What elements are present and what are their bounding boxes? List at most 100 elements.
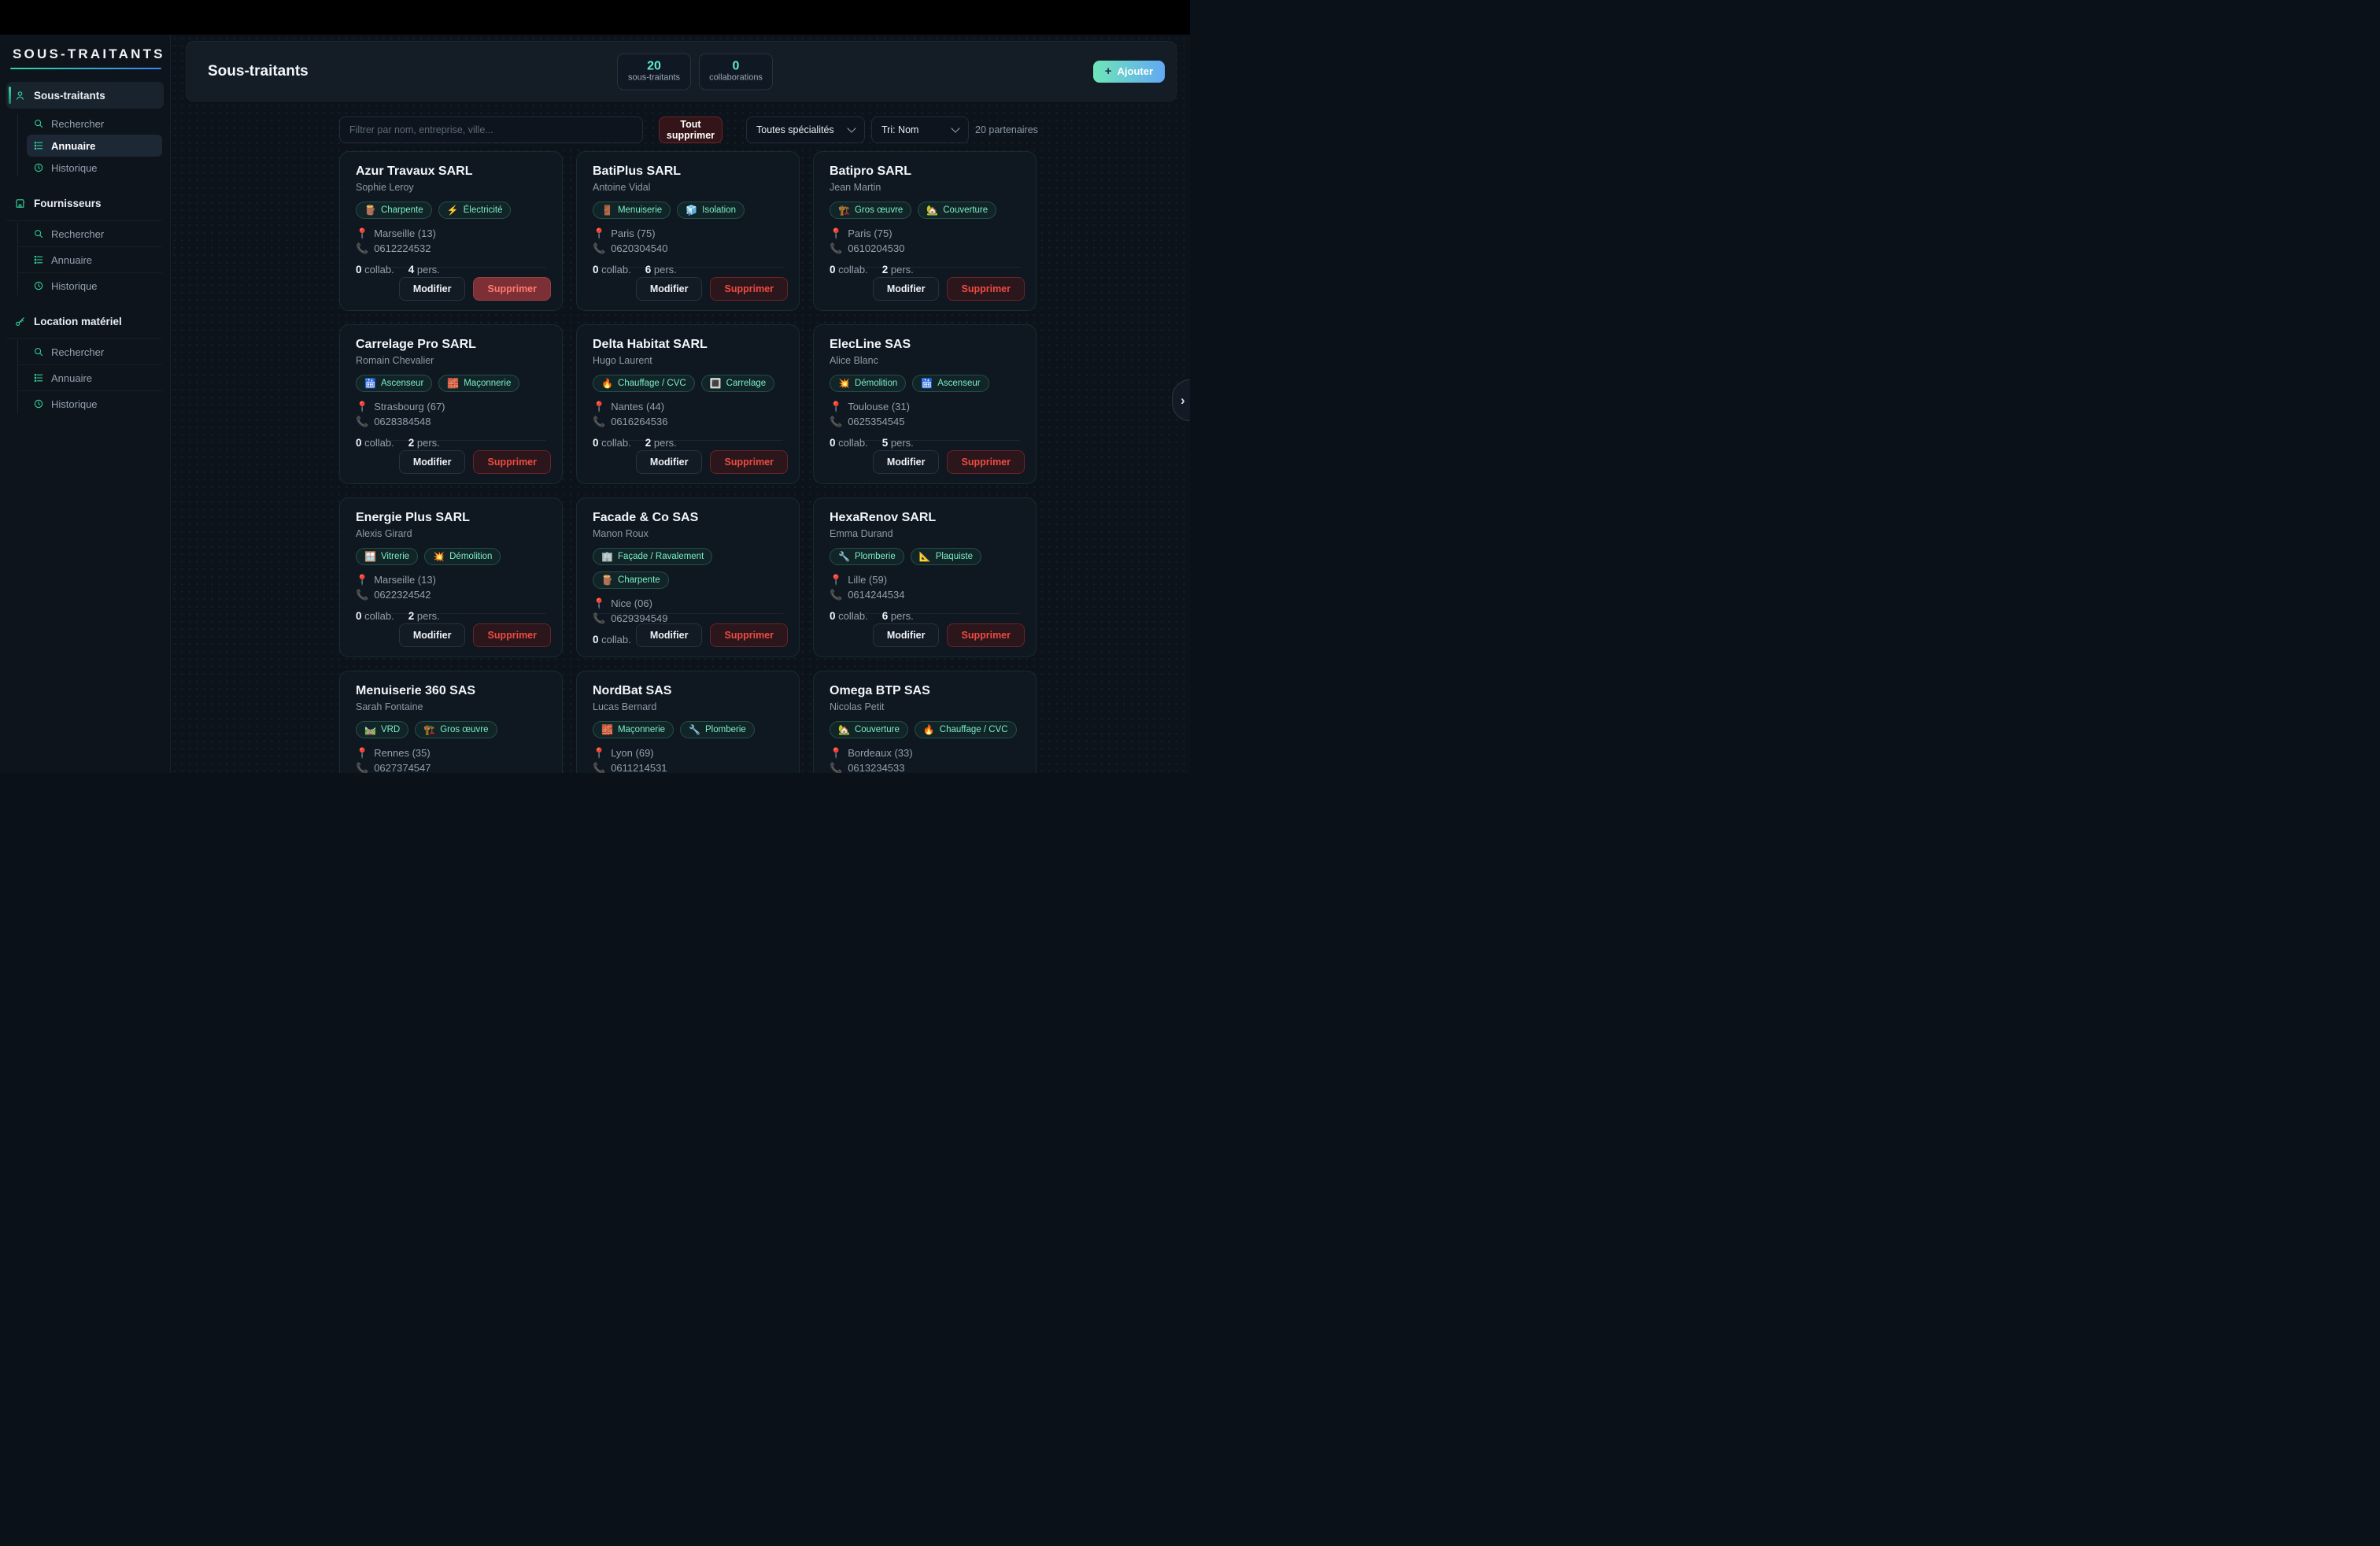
chevron-down-icon: [847, 124, 856, 132]
search-icon: [33, 118, 44, 129]
pin-icon: 📍: [356, 748, 368, 758]
pers-count: 2: [408, 437, 415, 449]
specialty-tag: 📐Plaquiste: [911, 548, 981, 565]
pers-label: pers.: [417, 437, 440, 449]
search-input[interactable]: [339, 117, 643, 143]
sidebar-item-annuaire[interactable]: Annuaire: [27, 249, 162, 271]
card-stats: 0 collab.6 pers.: [830, 610, 1020, 622]
collab-label: collab.: [601, 437, 631, 449]
collab-label: collab.: [838, 264, 868, 276]
sidebar-item-historique[interactable]: Historique: [27, 393, 162, 415]
delete-button[interactable]: Supprimer: [473, 277, 551, 301]
delete-button[interactable]: Supprimer: [710, 277, 788, 301]
add-button[interactable]: + Ajouter: [1093, 61, 1165, 83]
phone-icon: 📞: [593, 416, 605, 427]
delete-button[interactable]: Supprimer: [710, 450, 788, 474]
sidebar-section-sous-traitants[interactable]: Sous-traitants: [6, 82, 164, 109]
specialty-icon: 🔧: [838, 552, 850, 561]
chevron-down-icon: [951, 124, 959, 132]
pers-count: 2: [882, 264, 889, 276]
phone-row: 📞0613234533: [830, 762, 1020, 773]
phone-number: 0629394549: [611, 612, 667, 624]
specialty-icon: 🛗: [364, 379, 376, 388]
phone-icon: 📞: [356, 763, 368, 773]
sidebar-item-label: Historique: [51, 280, 98, 292]
stat-value: 20: [647, 61, 661, 73]
specialty-label: Électricité: [464, 205, 503, 215]
specialty-icon: 🚪: [601, 205, 613, 215]
specialty-label: Ascenseur: [381, 379, 423, 388]
divider: [17, 364, 162, 365]
delete-button[interactable]: Supprimer: [947, 450, 1025, 474]
city-label: Marseille (13): [374, 227, 436, 239]
card-stats: 0 collab.6 pers.: [593, 264, 783, 276]
sort-select[interactable]: Tri: Nom: [871, 117, 969, 143]
modify-button[interactable]: Modifier: [399, 277, 466, 301]
pers-label: pers.: [654, 264, 677, 276]
specialty-label: Gros œuvre: [440, 725, 488, 734]
pers-count: 5: [882, 437, 889, 449]
sidebar-item-historique[interactable]: Historique: [27, 157, 162, 179]
sidebar-item-annuaire[interactable]: Annuaire: [27, 135, 162, 157]
city-label: Strasbourg (67): [374, 401, 445, 412]
sidebar-nav: Sous-traitantsRechercherAnnuaireHistoriq…: [0, 82, 170, 415]
pers-count: 2: [645, 437, 652, 449]
clock-icon: [33, 162, 44, 173]
specialties-select[interactable]: Toutes spécialités: [746, 117, 865, 143]
phone-icon: 📞: [593, 763, 605, 773]
sidebar-item-label: Rechercher: [51, 118, 104, 130]
partner-card: HexaRenov SARLEmma Durand🔧Plomberie📐Plaq…: [813, 497, 1037, 657]
collab-label: collab.: [838, 610, 868, 622]
specialty-label: Chauffage / CVC: [940, 725, 1008, 734]
sidebar-section-location-mat-riel[interactable]: Location matériel: [6, 308, 164, 335]
card-stats: 0 collab.4 pers.: [356, 264, 546, 276]
city-label: Rennes (35): [374, 747, 431, 759]
card-stats: 0 collab.2 pers.: [830, 264, 1020, 276]
phone-icon: 📞: [356, 590, 368, 600]
modify-button[interactable]: Modifier: [399, 623, 466, 647]
city-label: Nantes (44): [611, 401, 664, 412]
card-actions: Modifier Supprimer: [873, 277, 1025, 301]
partner-card: Menuiserie 360 SASSarah Fontaine🛤️VRD🏗️G…: [339, 671, 563, 773]
sidebar-item-historique[interactable]: Historique: [27, 275, 162, 297]
sidebar-section-fournisseurs[interactable]: Fournisseurs: [6, 190, 164, 216]
sidebar-item-rechercher[interactable]: Rechercher: [27, 223, 162, 245]
sidebar-item-rechercher[interactable]: Rechercher: [27, 113, 162, 135]
phone-row: 📞0612224532: [356, 242, 546, 254]
divider: [356, 440, 546, 441]
modify-button[interactable]: Modifier: [873, 277, 940, 301]
sidebar-sublist: Rechercher AnnuaireHistorique: [17, 113, 170, 179]
divider: [356, 267, 546, 268]
sidebar-sublist: Rechercher Annuaire Historique: [17, 338, 170, 415]
tag-list: 🚪Menuiserie🧊Isolation: [593, 202, 783, 219]
delete-button[interactable]: Supprimer: [473, 450, 551, 474]
sidebar-item-annuaire[interactable]: Annuaire: [27, 367, 162, 389]
specialty-tag: 🪵Charpente: [356, 202, 432, 219]
sidebar-section-label: Sous-traitants: [34, 90, 105, 102]
delete-button[interactable]: Supprimer: [473, 623, 551, 647]
specialty-label: Chauffage / CVC: [618, 379, 686, 388]
specialty-tag: 🛤️VRD: [356, 721, 408, 738]
pers-label: pers.: [654, 437, 677, 449]
sidebar-section-label: Fournisseurs: [34, 198, 102, 209]
location-row: 📍Paris (75): [830, 227, 1020, 239]
modify-button[interactable]: Modifier: [636, 623, 703, 647]
delete-button[interactable]: Supprimer: [947, 277, 1025, 301]
delete-button[interactable]: Supprimer: [947, 623, 1025, 647]
delete-button[interactable]: Supprimer: [710, 623, 788, 647]
partner-card: Omega BTP SASNicolas Petit🏡Couverture🔥Ch…: [813, 671, 1037, 773]
modify-button[interactable]: Modifier: [636, 277, 703, 301]
stat-sous-traitants: 20 sous-traitants: [617, 53, 691, 90]
panel-toggle[interactable]: ›: [1172, 379, 1190, 421]
modify-button[interactable]: Modifier: [873, 623, 940, 647]
specialty-label: Façade / Ravalement: [618, 552, 704, 561]
phone-icon: 📞: [593, 613, 605, 623]
modify-button[interactable]: Modifier: [636, 450, 703, 474]
partner-card: Energie Plus SARLAlexis Girard🪟Vitrerie💥…: [339, 497, 563, 657]
delete-all-button[interactable]: Tout supprimer: [659, 117, 722, 143]
phone-row: 📞0614244534: [830, 589, 1020, 601]
modify-button[interactable]: Modifier: [873, 450, 940, 474]
modify-button[interactable]: Modifier: [399, 450, 466, 474]
sidebar-item-rechercher[interactable]: Rechercher: [27, 341, 162, 363]
partner-card: Delta Habitat SARLHugo Laurent🔥Chauffage…: [576, 324, 800, 484]
